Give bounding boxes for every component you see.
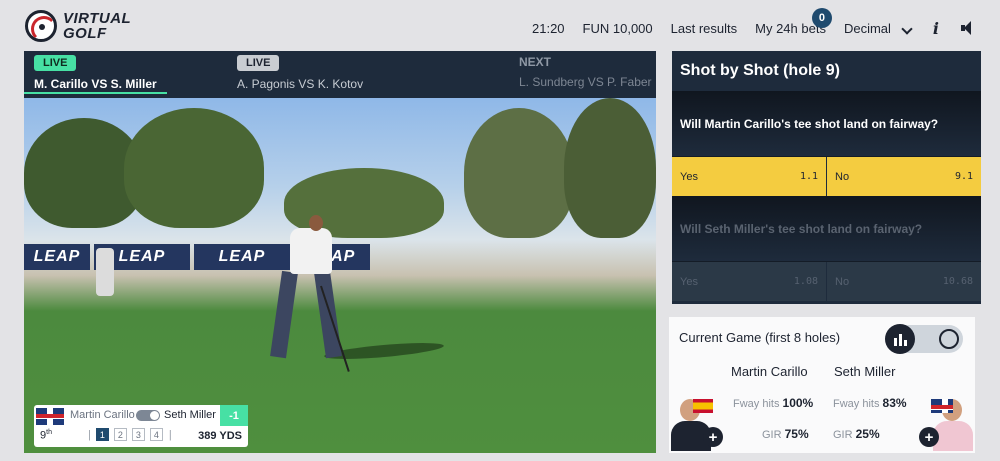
clock: 21:20 (532, 20, 565, 36)
brand-line1: VIRTUAL (63, 10, 132, 27)
player1-name: Martin Carillo (731, 364, 808, 379)
stat-value: 100% (782, 396, 814, 410)
odds-format-select[interactable]: Decimal (843, 20, 913, 36)
golfer (314, 270, 342, 359)
stat-value: 83% (882, 396, 907, 410)
odds-price: 9.1 (954, 171, 973, 182)
live-badge: LIVE (237, 55, 280, 71)
uk-flag-icon (36, 408, 64, 425)
round-3-button[interactable]: 3 (131, 428, 145, 441)
brand-line2: GOLF (63, 25, 107, 42)
player1-gir: GIR 75% (762, 427, 809, 441)
player2-fway: Fway hits 83% (833, 396, 907, 410)
odds-label: No (835, 170, 850, 183)
player2-name: Seth Miller (834, 364, 896, 379)
panel-title: Shot by Shot (hole 9) (680, 62, 840, 79)
odds-price: 1.1 (799, 171, 818, 182)
game-tabs: LIVE M. Carillo VS S. Miller LIVE A. Pag… (24, 51, 656, 98)
chevron-down-icon (901, 22, 913, 35)
no-odds-button[interactable]: No 10.68 (826, 262, 981, 301)
odds-label: Yes (680, 275, 698, 288)
live-badge: LIVE (34, 55, 77, 71)
stat-label: Fway hits (833, 398, 880, 410)
player1-add-button[interactable]: + (703, 427, 723, 447)
brand-logo[interactable]: VIRTUAL GOLF (25, 8, 155, 44)
stat-value: 75% (784, 427, 809, 441)
view-switch[interactable] (885, 324, 963, 354)
hole-number: 9th (40, 429, 52, 442)
golfer (270, 270, 298, 359)
balance: FUN 10,000 (582, 20, 653, 36)
stat-label: Fway hits (733, 398, 780, 410)
live-video[interactable]: LEAP LEAP LEAP LEAP Martin Carillo Seth … (24, 98, 656, 453)
info-icon[interactable]: i (933, 19, 939, 38)
golfer (309, 215, 323, 231)
hole-suffix: th (46, 429, 52, 436)
trees (124, 108, 264, 228)
golf-bag (96, 248, 114, 296)
last-results-link[interactable]: Last results (671, 21, 737, 36)
player2-gir: GIR 25% (833, 427, 880, 441)
round-1-button[interactable]: 1 (95, 428, 109, 441)
player2-avatar (931, 395, 975, 451)
top-nav: 21:20 FUN 10,000 Last results My 24h bet… (514, 7, 975, 44)
stat-value: 25% (855, 427, 880, 441)
odds-row: Yes 1.1 No 9.1 (672, 156, 981, 196)
current-game-panel: Current Game (first 8 holes) Martin Cari… (669, 317, 975, 453)
round-4-button[interactable]: 4 (149, 428, 163, 441)
bets-count-badge: 0 (811, 7, 832, 28)
round-2-button[interactable]: 2 (113, 428, 127, 441)
trees (464, 108, 574, 238)
odds-row: Yes 1.08 No 10.68 (672, 261, 981, 301)
round-selector: | 1 2 3 4 | (88, 428, 172, 441)
odds-format-value: Decimal (843, 20, 891, 36)
tab-game-1[interactable]: LIVE M. Carillo VS S. Miller (24, 55, 167, 94)
tab-game-2[interactable]: LIVE A. Pagonis VS K. Kotov (227, 55, 373, 91)
golf-hole-icon[interactable] (939, 329, 959, 349)
tab-game-next-label: L. Sundberg VS P. Faber (519, 75, 652, 89)
player1-name: Martin Carillo (70, 409, 135, 421)
golfer (290, 228, 332, 274)
odds-label: Yes (680, 170, 698, 183)
divider: | (168, 428, 172, 441)
tab-game-1-label: M. Carillo VS S. Miller (24, 77, 167, 94)
next-label: NEXT (519, 55, 552, 69)
yes-odds-button[interactable]: Yes 1.08 (672, 262, 826, 301)
stat-label: GIR (762, 429, 782, 441)
my-bets-link[interactable]: My 24h bets 0 (755, 7, 832, 36)
trees (564, 98, 656, 238)
uk-flag-icon (931, 399, 953, 413)
hole-distance: 389 YDS (198, 430, 242, 442)
sponsor-banner: LEAP (194, 244, 290, 270)
tab-game-2-label: A. Pagonis VS K. Kotov (237, 77, 364, 91)
shot-by-shot-panel: Shot by Shot (hole 9) Will Martin Carill… (672, 51, 981, 304)
golf-ball-logo-icon (25, 10, 57, 42)
speaker-icon[interactable] (961, 21, 975, 35)
sponsor-banner: LEAP (24, 244, 90, 270)
player2-add-button[interactable]: + (919, 427, 939, 447)
player1-fway: Fway hits 100% (733, 396, 813, 410)
match-score: -1 (220, 405, 248, 426)
odds-price: 10.68 (942, 276, 973, 287)
yes-odds-button[interactable]: Yes 1.1 (672, 157, 826, 196)
stat-label: GIR (833, 429, 853, 441)
panel-title: Current Game (first 8 holes) (679, 330, 841, 345)
odds-price: 1.08 (793, 276, 818, 287)
no-odds-button[interactable]: No 9.1 (826, 157, 981, 196)
tab-game-next[interactable]: NEXT L. Sundberg VS P. Faber (519, 55, 652, 89)
market-question: Will Martin Carillo's tee shot land on f… (672, 91, 981, 156)
player-toggle[interactable] (136, 410, 160, 421)
player2-name: Seth Miller (164, 409, 216, 421)
divider: | (88, 428, 91, 441)
spain-flag-icon (693, 399, 713, 413)
score-widget: Martin Carillo Seth Miller -1 9th | 1 2 … (34, 405, 248, 447)
market-question: Will Seth Miller's tee shot land on fair… (672, 196, 981, 261)
odds-label: No (835, 275, 850, 288)
bar-chart-icon[interactable] (885, 324, 915, 354)
